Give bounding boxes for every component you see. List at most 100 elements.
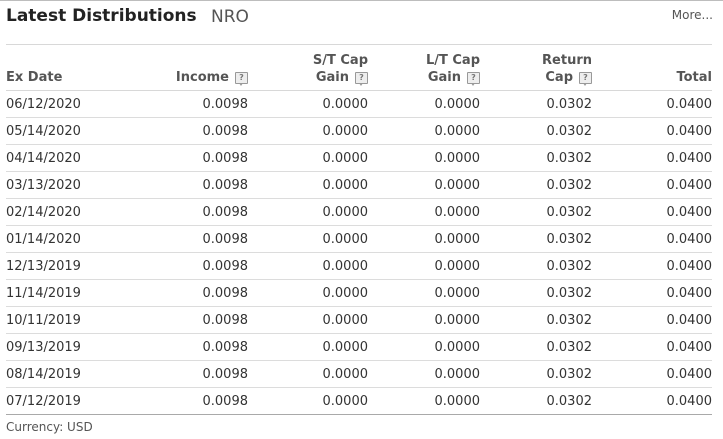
top-divider — [0, 0, 723, 1]
cell-st-cap-gain: 0.0000 — [248, 387, 368, 415]
cell-lt-cap-gain: 0.0000 — [368, 387, 480, 415]
cell-return-cap: 0.0302 — [480, 387, 592, 415]
cell-return-cap: 0.0302 — [480, 306, 592, 334]
cell-ex-date: 10/11/2019 — [6, 306, 106, 334]
cell-income: 0.0098 — [106, 279, 248, 307]
cell-st-cap-gain: 0.0000 — [248, 252, 368, 280]
cell-income: 0.0098 — [106, 90, 248, 118]
cell-return-cap: 0.0302 — [480, 117, 592, 145]
cell-lt-cap-gain: 0.0000 — [368, 279, 480, 307]
table-row: 02/14/2020 0.0098 0.0000 0.0000 0.0302 0… — [6, 198, 712, 226]
col-header-total: Total — [592, 44, 712, 91]
table-row: 03/13/2020 0.0098 0.0000 0.0000 0.0302 0… — [6, 171, 712, 199]
table-row: 11/14/2019 0.0098 0.0000 0.0000 0.0302 0… — [6, 279, 712, 307]
cell-lt-cap-gain: 0.0000 — [368, 117, 480, 145]
cell-st-cap-gain: 0.0000 — [248, 144, 368, 172]
cell-st-cap-gain: 0.0000 — [248, 171, 368, 199]
cell-ex-date: 03/13/2020 — [6, 171, 106, 199]
table-row: 04/14/2020 0.0098 0.0000 0.0000 0.0302 0… — [6, 144, 712, 172]
cell-st-cap-gain: 0.0000 — [248, 198, 368, 226]
cell-lt-cap-gain: 0.0000 — [368, 306, 480, 334]
cell-st-cap-gain: 0.0000 — [248, 360, 368, 388]
cell-total: 0.0400 — [592, 252, 712, 280]
table-row: 07/12/2019 0.0098 0.0000 0.0000 0.0302 0… — [6, 387, 712, 415]
cell-lt-cap-gain: 0.0000 — [368, 144, 480, 172]
cell-total: 0.0400 — [592, 360, 712, 388]
col-header-lt-cap-gain: L/T Cap Gain? — [368, 44, 480, 91]
cell-total: 0.0400 — [592, 198, 712, 226]
cell-lt-cap-gain: 0.0000 — [368, 333, 480, 361]
section-title: Latest Distributions — [6, 6, 197, 26]
cell-ex-date: 06/12/2020 — [6, 90, 106, 118]
cell-st-cap-gain: 0.0000 — [248, 333, 368, 361]
cell-total: 0.0400 — [592, 306, 712, 334]
cell-return-cap: 0.0302 — [480, 333, 592, 361]
cell-income: 0.0098 — [106, 360, 248, 388]
col-header-ex-date: Ex Date — [6, 44, 106, 91]
cell-income: 0.0098 — [106, 198, 248, 226]
cell-st-cap-gain: 0.0000 — [248, 279, 368, 307]
cell-income: 0.0098 — [106, 171, 248, 199]
cell-ex-date: 07/12/2019 — [6, 387, 106, 415]
cell-ex-date: 09/13/2019 — [6, 333, 106, 361]
cell-income: 0.0098 — [106, 225, 248, 253]
col-header-st-cap-gain: S/T Cap Gain? — [248, 44, 368, 91]
cell-lt-cap-gain: 0.0000 — [368, 252, 480, 280]
table-row: 12/13/2019 0.0098 0.0000 0.0000 0.0302 0… — [6, 252, 712, 280]
cell-total: 0.0400 — [592, 144, 712, 172]
cell-income: 0.0098 — [106, 387, 248, 415]
cell-lt-cap-gain: 0.0000 — [368, 360, 480, 388]
help-icon[interactable]: ? — [235, 72, 248, 86]
cell-income: 0.0098 — [106, 333, 248, 361]
cell-income: 0.0098 — [106, 117, 248, 145]
cell-return-cap: 0.0302 — [480, 171, 592, 199]
cell-ex-date: 04/14/2020 — [6, 144, 106, 172]
table-row: 10/11/2019 0.0098 0.0000 0.0000 0.0302 0… — [6, 306, 712, 334]
cell-lt-cap-gain: 0.0000 — [368, 198, 480, 226]
section-header: Latest Distributions NRO More... — [6, 6, 713, 30]
cell-return-cap: 0.0302 — [480, 225, 592, 253]
col-header-return-cap: Return Cap? — [480, 44, 592, 91]
cell-income: 0.0098 — [106, 306, 248, 334]
cell-return-cap: 0.0302 — [480, 252, 592, 280]
currency-note: Currency: USD — [6, 420, 93, 434]
cell-lt-cap-gain: 0.0000 — [368, 225, 480, 253]
cell-return-cap: 0.0302 — [480, 360, 592, 388]
cell-return-cap: 0.0302 — [480, 198, 592, 226]
help-icon[interactable]: ? — [355, 72, 368, 86]
cell-st-cap-gain: 0.0000 — [248, 225, 368, 253]
table-row: 01/14/2020 0.0098 0.0000 0.0000 0.0302 0… — [6, 225, 712, 253]
ticker-symbol: NRO — [211, 7, 249, 27]
cell-total: 0.0400 — [592, 333, 712, 361]
cell-income: 0.0098 — [106, 252, 248, 280]
cell-ex-date: 02/14/2020 — [6, 198, 106, 226]
cell-ex-date: 01/14/2020 — [6, 225, 106, 253]
cell-total: 0.0400 — [592, 90, 712, 118]
col-header-income: Income? — [106, 44, 248, 91]
table-row: 06/12/2020 0.0098 0.0000 0.0000 0.0302 0… — [6, 90, 712, 118]
cell-ex-date: 12/13/2019 — [6, 252, 106, 280]
cell-return-cap: 0.0302 — [480, 279, 592, 307]
cell-ex-date: 05/14/2020 — [6, 117, 106, 145]
cell-total: 0.0400 — [592, 117, 712, 145]
cell-lt-cap-gain: 0.0000 — [368, 171, 480, 199]
cell-return-cap: 0.0302 — [480, 90, 592, 118]
cell-total: 0.0400 — [592, 279, 712, 307]
distributions-table: Ex Date Income? S/T Cap Gain? L/T Cap Gain… — [6, 44, 712, 415]
cell-return-cap: 0.0302 — [480, 144, 592, 172]
cell-st-cap-gain: 0.0000 — [248, 90, 368, 118]
table-header-row: Ex Date Income? S/T Cap Gain? L/T Cap Gain… — [6, 44, 712, 91]
cell-income: 0.0098 — [106, 144, 248, 172]
cell-lt-cap-gain: 0.0000 — [368, 90, 480, 118]
table-row: 08/14/2019 0.0098 0.0000 0.0000 0.0302 0… — [6, 360, 712, 388]
table-row: 05/14/2020 0.0098 0.0000 0.0000 0.0302 0… — [6, 117, 712, 145]
cell-ex-date: 08/14/2019 — [6, 360, 106, 388]
table-row: 09/13/2019 0.0098 0.0000 0.0000 0.0302 0… — [6, 333, 712, 361]
cell-total: 0.0400 — [592, 225, 712, 253]
help-icon[interactable]: ? — [579, 72, 592, 86]
more-link[interactable]: More... — [672, 8, 713, 22]
cell-st-cap-gain: 0.0000 — [248, 306, 368, 334]
cell-total: 0.0400 — [592, 387, 712, 415]
help-icon[interactable]: ? — [467, 72, 480, 86]
cell-ex-date: 11/14/2019 — [6, 279, 106, 307]
